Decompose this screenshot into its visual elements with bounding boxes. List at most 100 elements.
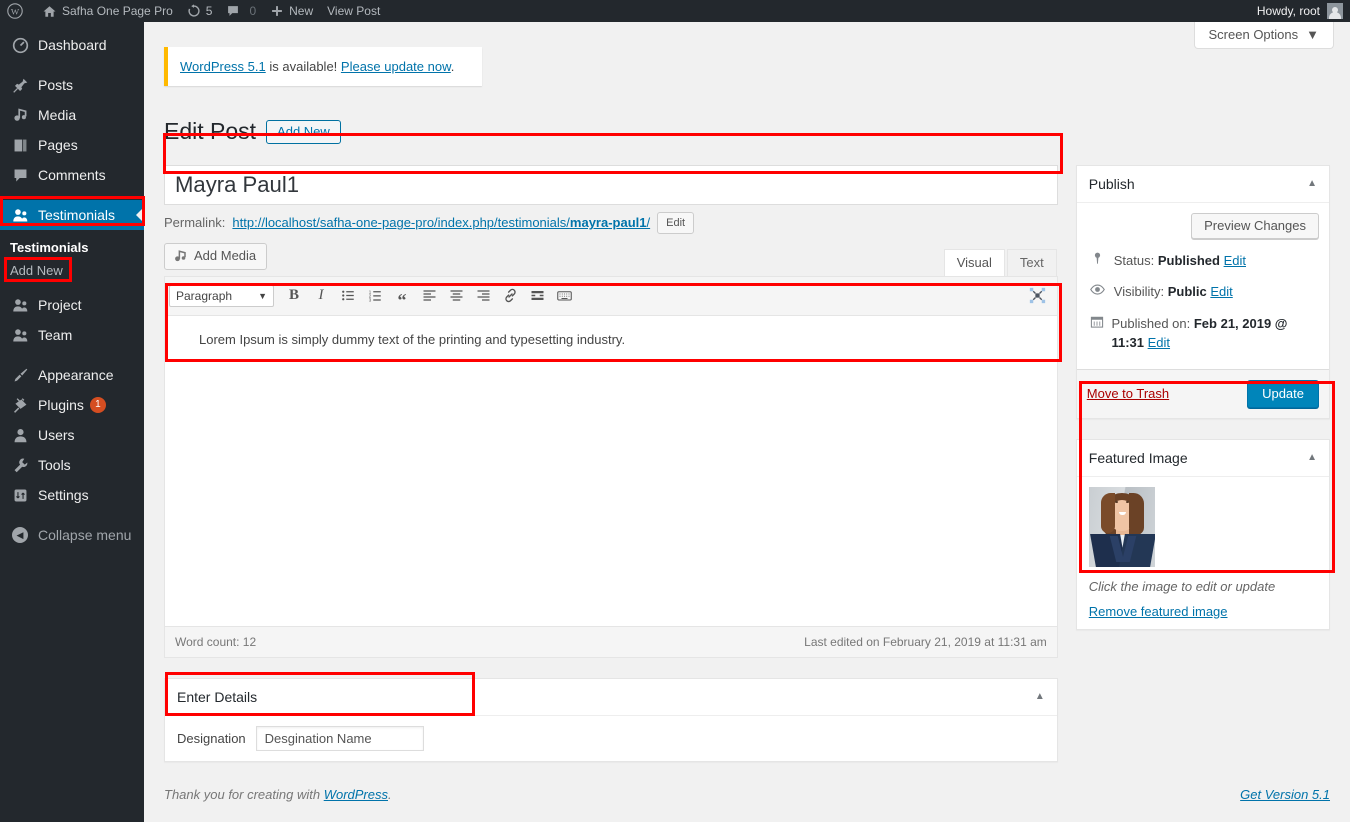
pin-status-icon [1089,251,1107,266]
update-notice: WordPress 5.1 is available! Please updat… [164,47,482,86]
italic-icon[interactable]: I [308,283,334,309]
sidebar-item-users[interactable]: Users [0,420,144,450]
svg-text:3: 3 [368,298,371,303]
permalink-label: Permalink: [164,215,226,231]
wordpress-link[interactable]: WordPress [324,787,388,802]
align-right-icon[interactable] [470,283,496,309]
move-to-trash-link[interactable]: Move to Trash [1087,386,1169,401]
permalink-slug: mayra-paul1 [569,215,647,231]
editor-empty-space[interactable] [165,405,1057,626]
plus-icon [270,4,284,18]
page-wrap: WordPress 5.1 is available! Please updat… [144,47,1350,762]
sidebar-item-pages[interactable]: Pages [0,130,144,160]
screen-options-button[interactable]: Screen Options ▼ [1193,22,1334,49]
menu-separator [0,350,144,360]
tab-visual[interactable]: Visual [943,248,1005,276]
view-post-link[interactable]: View Post [320,0,387,22]
bold-icon[interactable]: B [281,283,307,309]
featured-image-header[interactable]: Featured Image ▲ [1076,440,1329,477]
permalink-link[interactable]: http://localhost/safha-one-page-pro/inde… [232,215,650,230]
submenu-item-add-new[interactable]: Add New [0,259,144,282]
sidebar-label: Users [38,427,75,443]
edit-visibility-link[interactable]: Edit [1210,284,1232,299]
enter-details-header[interactable]: Enter Details ▲ [165,679,1057,716]
tab-text[interactable]: Text [1006,248,1057,276]
user-group-icon [10,207,30,224]
link-icon[interactable] [497,283,523,309]
screen-options-label: Screen Options [1208,27,1299,42]
visibility-label: Visibility: [1113,284,1168,300]
submenu-item-testimonials[interactable]: Testimonials [0,236,144,259]
publish-header[interactable]: Publish ▲ [1076,166,1329,203]
sidebar-item-plugins[interactable]: Plugins 1 [0,390,144,420]
major-publishing-actions: Move to Trash Update [1076,369,1329,418]
minor-publishing-actions: Preview Changes Status: Published Edit V… [1076,203,1329,370]
sidebar-label: Comments [38,167,106,183]
distraction-free-icon[interactable] [1025,283,1051,309]
site-name-menu[interactable]: Safha One Page Pro [35,0,180,22]
add-media-button[interactable]: Add Media [164,242,268,270]
bulleted-list-icon[interactable] [335,283,361,309]
update-now-link[interactable]: Please update now [341,59,451,74]
edit-status-link[interactable]: Edit [1224,253,1246,268]
plug-icon [10,397,30,414]
blockquote-icon[interactable]: “ [389,279,415,313]
edit-permalink-button[interactable]: Edit [657,211,695,234]
read-more-icon[interactable] [524,283,550,309]
preview-changes-button[interactable]: Preview Changes [1191,212,1319,239]
comments-menu[interactable]: 0 [219,0,263,22]
menu-separator [0,190,144,200]
align-left-icon[interactable] [416,283,442,309]
sidebar-item-comments[interactable]: Comments [0,160,144,190]
main-content-area: Screen Options ▼ WordPress 5.1 is availa… [144,22,1350,822]
my-account-menu[interactable]: Howdy, root [1250,0,1350,22]
updates-menu[interactable]: 5 [180,0,220,22]
remove-featured-image-link[interactable]: Remove featured image [1089,604,1228,619]
designation-input[interactable] [255,725,424,751]
collapse-toggle-icon[interactable]: ▲ [1035,691,1045,702]
get-version-link[interactable]: Get Version 5.1 [1240,787,1330,802]
toolbar-toggle-icon[interactable] [551,283,577,309]
settings-icon [10,487,30,504]
sidebar-item-team[interactable]: Team [0,320,144,350]
post-title-input[interactable] [164,164,1058,205]
collapse-toggle-icon[interactable]: ▲ [1307,178,1317,189]
enter-details-metabox: Enter Details ▲ Designation [164,677,1058,762]
paragraph-format-select[interactable]: Paragraph ▼ [169,284,274,307]
collapse-toggle-icon[interactable]: ▲ [1307,452,1317,463]
chevron-down-icon: ▼ [258,290,267,301]
sidebar-item-project[interactable]: Project [0,290,144,320]
sidebar-item-settings[interactable]: Settings [0,480,144,510]
sidebar-item-tools[interactable]: Tools [0,450,144,480]
sidebar-label: Media [38,107,77,123]
permalink-prefix: http://localhost/safha-one-page-pro/inde… [232,215,570,231]
sidebar-label: Collapse menu [38,527,132,543]
featured-image-metabox: Featured Image ▲ Click the image to edit… [1075,438,1330,630]
pin-icon [10,77,30,94]
format-select-label: Paragraph [176,288,233,303]
add-new-button[interactable]: Add New [266,119,341,144]
update-button[interactable]: Update [1247,379,1319,408]
sidebar-item-media[interactable]: Media [0,100,144,130]
numbered-list-icon[interactable]: 123 [362,283,388,309]
featured-image-thumbnail[interactable] [1088,486,1155,567]
post-body-content: Permalink: http://localhost/safha-one-pa… [164,164,1058,762]
sidebar-label: Testimonials [38,207,116,223]
enter-details-body: Designation [165,716,1057,761]
wordpress-logo-menu[interactable]: W [0,0,35,22]
sidebar-item-collapse[interactable]: ◀ Collapse menu [0,520,144,550]
admin-footer: Thank you for creating with WordPress. G… [144,777,1350,812]
sidebar-item-dashboard[interactable]: Dashboard [0,30,144,60]
wordpress-version-link[interactable]: WordPress 5.1 [180,59,266,74]
sidebar-item-testimonials[interactable]: Testimonials [0,200,144,230]
sidebar-item-posts[interactable]: Posts [0,70,144,100]
pages-icon [10,137,30,154]
editor-content-area[interactable]: Lorem Ipsum is simply dummy text of the … [165,315,1057,406]
edit-published-link[interactable]: Edit [1148,335,1170,350]
new-content-menu[interactable]: New [263,0,320,22]
sidebar-label: Pages [38,137,78,153]
sidebar-item-appearance[interactable]: Appearance [0,360,144,390]
align-center-icon[interactable] [443,283,469,309]
wrench-icon [10,457,30,474]
editor-status-bar: Word count: 12 Last edited on February 2… [165,625,1057,657]
